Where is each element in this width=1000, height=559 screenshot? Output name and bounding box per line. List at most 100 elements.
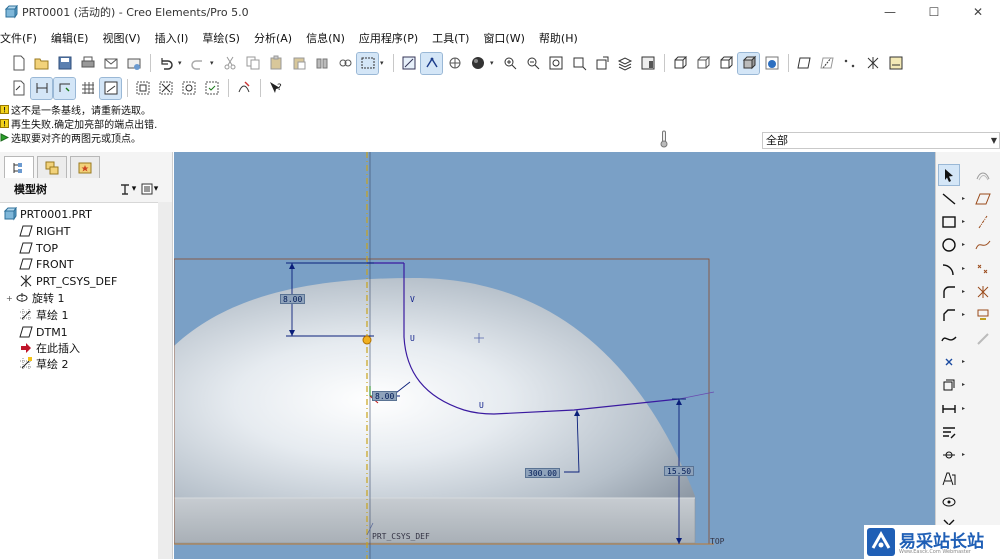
regenerate-button[interactable] bbox=[311, 53, 332, 74]
menu-info[interactable]: 信息(N) bbox=[306, 30, 351, 46]
menu-help[interactable]: 帮助(H) bbox=[539, 30, 584, 46]
datum-planes-toggle[interactable] bbox=[793, 53, 814, 74]
spline-sketch-button[interactable] bbox=[939, 329, 959, 349]
sketch-setup-button[interactable] bbox=[8, 78, 29, 99]
datum-axes-toggle[interactable] bbox=[816, 53, 837, 74]
tree-item-csys[interactable]: PRT_CSYS_DEF bbox=[19, 273, 117, 289]
shaded-button[interactable] bbox=[737, 51, 760, 75]
redo-dropdown-icon[interactable]: ▾ bbox=[210, 59, 216, 67]
layers-button[interactable] bbox=[614, 53, 635, 74]
dimension-300[interactable]: 300.00 bbox=[525, 468, 560, 478]
dome-base[interactable] bbox=[174, 497, 696, 544]
shading-button[interactable] bbox=[467, 53, 488, 74]
sketcher-diagnostics-button[interactable] bbox=[233, 78, 254, 99]
circle-dropdown-icon[interactable]: ▸ bbox=[962, 241, 965, 248]
show-grid-button[interactable] bbox=[77, 78, 98, 99]
feature-requirements-button[interactable] bbox=[201, 78, 222, 99]
point-dropdown-icon[interactable]: ▸ bbox=[962, 358, 965, 365]
expand-icon[interactable]: + bbox=[6, 294, 14, 303]
menu-applications[interactable]: 应用程序(P) bbox=[359, 30, 424, 46]
print-button[interactable] bbox=[77, 53, 98, 74]
arc-tool-button[interactable] bbox=[939, 259, 959, 279]
hidden-line-button[interactable] bbox=[692, 53, 713, 74]
modify-tool-button[interactable] bbox=[939, 422, 959, 442]
save-button[interactable] bbox=[54, 53, 75, 74]
sketch-point-button[interactable] bbox=[939, 352, 959, 372]
tree-columns-button[interactable]: ▾ bbox=[138, 180, 160, 198]
new-file-button[interactable] bbox=[8, 53, 29, 74]
show-constraints-button[interactable] bbox=[53, 76, 76, 100]
tree-item-right[interactable]: RIGHT bbox=[19, 223, 70, 239]
dimension-tool-button[interactable] bbox=[939, 399, 959, 419]
intent-manager-button[interactable] bbox=[132, 78, 153, 99]
dimension-8-radius[interactable]: 8.00 bbox=[372, 391, 398, 401]
dimension-15-50[interactable]: 15.50 bbox=[664, 466, 695, 476]
tree-item-top[interactable]: TOP bbox=[19, 240, 58, 256]
send-link-button[interactable] bbox=[123, 53, 144, 74]
sketch-display-button[interactable] bbox=[420, 51, 443, 75]
palette-tool-button[interactable] bbox=[973, 305, 993, 325]
spin-center-button[interactable] bbox=[444, 53, 465, 74]
csys-tool-button[interactable] bbox=[973, 282, 993, 302]
arc-dropdown-icon[interactable]: ▸ bbox=[962, 265, 965, 272]
maximize-button[interactable]: ☐ bbox=[912, 0, 956, 24]
minimize-button[interactable]: — bbox=[868, 0, 912, 24]
graphics-area[interactable]: 8.00 8.00 300.00 15.50 V U U PRT_CSYS_DE… bbox=[174, 152, 935, 559]
chamfer-dropdown-icon[interactable]: ▸ bbox=[962, 311, 965, 318]
zoom-out-button[interactable] bbox=[522, 53, 543, 74]
tree-settings-button[interactable]: ▾ bbox=[116, 180, 138, 198]
spline-tool-button[interactable] bbox=[973, 235, 993, 255]
text-tool-button[interactable] bbox=[939, 469, 959, 489]
tab-favorites[interactable] bbox=[70, 156, 100, 178]
plane-tool-button[interactable] bbox=[973, 189, 993, 209]
no-hidden-button[interactable] bbox=[715, 53, 736, 74]
chamfer-tool-button[interactable] bbox=[939, 305, 959, 325]
reorient-button[interactable] bbox=[568, 53, 589, 74]
undo-button[interactable] bbox=[155, 53, 176, 74]
sketch-view-button[interactable] bbox=[398, 53, 419, 74]
copy-button[interactable] bbox=[242, 53, 263, 74]
menu-edit[interactable]: 编辑(E) bbox=[51, 30, 95, 46]
show-vertices-button[interactable] bbox=[99, 76, 122, 100]
offset-edge-button[interactable] bbox=[973, 165, 993, 185]
tree-item-front[interactable]: FRONT bbox=[19, 256, 74, 272]
tree-item-sketch-1[interactable]: 草绘 1 bbox=[19, 307, 69, 323]
zoom-in-button[interactable] bbox=[499, 53, 520, 74]
circle-tool-button[interactable] bbox=[939, 235, 959, 255]
use-edge-button[interactable] bbox=[939, 375, 959, 395]
fillet-tool-button[interactable] bbox=[939, 282, 959, 302]
selection-filter[interactable]: 全部 ▼ bbox=[762, 132, 1000, 149]
tab-model-tree[interactable] bbox=[4, 156, 34, 178]
select-tool-button[interactable] bbox=[938, 164, 960, 186]
tree-item-part[interactable]: PRT0001.PRT bbox=[3, 206, 92, 222]
menu-analysis[interactable]: 分析(A) bbox=[254, 30, 298, 46]
paste-special-button[interactable] bbox=[288, 53, 309, 74]
constraint-dropdown-icon[interactable]: ▸ bbox=[962, 451, 965, 458]
revolved-dome[interactable] bbox=[174, 278, 695, 500]
centerline-tool-button[interactable] bbox=[973, 212, 993, 232]
constraint-tool-button[interactable] bbox=[939, 445, 959, 465]
open-ends-button[interactable] bbox=[178, 78, 199, 99]
menu-view[interactable]: 视图(V) bbox=[102, 30, 146, 46]
saved-views-button[interactable] bbox=[591, 53, 612, 74]
datum-points-toggle[interactable] bbox=[839, 53, 860, 74]
wireframe-button[interactable] bbox=[669, 53, 690, 74]
annotation-toggle[interactable] bbox=[885, 53, 906, 74]
tree-item-dtm1[interactable]: DTM1 bbox=[19, 324, 68, 340]
overlap-check-button[interactable] bbox=[155, 78, 176, 99]
tree-item-revolve[interactable]: + 旋转 1 bbox=[6, 290, 65, 306]
menu-insert[interactable]: 插入(I) bbox=[155, 30, 195, 46]
dimension-8-vertical[interactable]: 8.00 bbox=[280, 294, 306, 304]
selection-dropdown-icon[interactable]: ▾ bbox=[380, 59, 386, 67]
point-tool-button[interactable] bbox=[973, 259, 993, 279]
undo-dropdown-icon[interactable]: ▾ bbox=[178, 59, 184, 67]
edge-dropdown-icon[interactable]: ▸ bbox=[962, 381, 965, 388]
open-button[interactable] bbox=[31, 53, 52, 74]
menu-file[interactable]: 文件(F) bbox=[0, 30, 43, 46]
paste-button[interactable] bbox=[265, 53, 286, 74]
palette-shape-button[interactable] bbox=[939, 492, 959, 512]
menu-window[interactable]: 窗口(W) bbox=[483, 30, 530, 46]
menu-sketch[interactable]: 草绘(S) bbox=[202, 30, 246, 46]
rectangle-dropdown-icon[interactable]: ▸ bbox=[962, 218, 965, 225]
model-viewport[interactable] bbox=[174, 152, 935, 559]
